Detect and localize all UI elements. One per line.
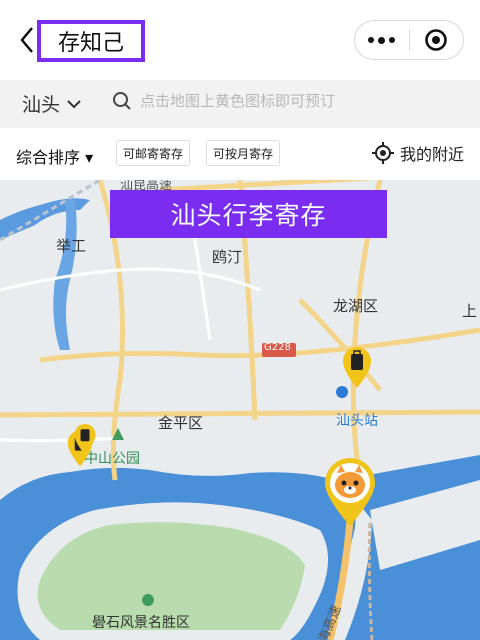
- more-dots-icon[interactable]: [355, 36, 409, 44]
- chip-mail-storage[interactable]: 可邮寄寄存: [116, 140, 191, 166]
- map-label-outing: 鸥汀: [212, 248, 243, 266]
- luggage-pin-icon[interactable]: [73, 422, 97, 456]
- nearby-label: 我的附近: [399, 145, 464, 164]
- filter-row: 综合排序 ▾ 可邮寄寄存 可按月寄存 我的附近: [0, 128, 480, 180]
- nearby-button[interactable]: 我的附近: [371, 141, 464, 165]
- search-icon: [113, 91, 131, 110]
- map-view[interactable]: 举工 鸥汀 龙湖区 上 G228 金平区 中山公园 汕头站 礐石风景名胜区 汕昆…: [0, 180, 480, 640]
- map-label-queshi: 礐石风景名胜区: [92, 615, 190, 631]
- city-selector[interactable]: 汕头: [22, 90, 82, 117]
- search-row: 汕头 点击地图上黄色图标即可预订: [0, 80, 480, 128]
- locate-icon: [371, 142, 394, 164]
- map-label-shantou-station: 汕头站: [336, 413, 378, 429]
- chevron-down-icon: [67, 99, 81, 108]
- page-title-box: 存知己: [37, 20, 145, 62]
- capsule-target-icon[interactable]: [409, 28, 463, 52]
- top-bar: 存知己: [0, 0, 480, 80]
- sort-dropdown[interactable]: 综合排序 ▾: [16, 144, 93, 168]
- search-input[interactable]: 点击地图上黄色图标即可预订: [112, 90, 335, 111]
- luggage-pin-icon[interactable]: [341, 345, 373, 389]
- map-label-juegong: 举工: [56, 237, 87, 255]
- mini-program-capsule: [354, 20, 464, 60]
- map-label-jinping: 金平区: [158, 414, 204, 432]
- promo-banner: 汕头行李寄存: [110, 190, 387, 238]
- city-name: 汕头: [22, 94, 61, 116]
- map-label-longhu: 龙湖区: [333, 297, 379, 315]
- search-placeholder: 点击地图上黄色图标即可预订: [140, 92, 336, 110]
- page-title: 存知己: [57, 31, 124, 56]
- tiger-mascot-pin-icon[interactable]: [321, 455, 379, 527]
- map-label-g228: G228: [264, 342, 291, 353]
- map-label-shang: 上: [462, 302, 478, 320]
- chip-monthly-storage[interactable]: 可按月寄存: [206, 140, 281, 166]
